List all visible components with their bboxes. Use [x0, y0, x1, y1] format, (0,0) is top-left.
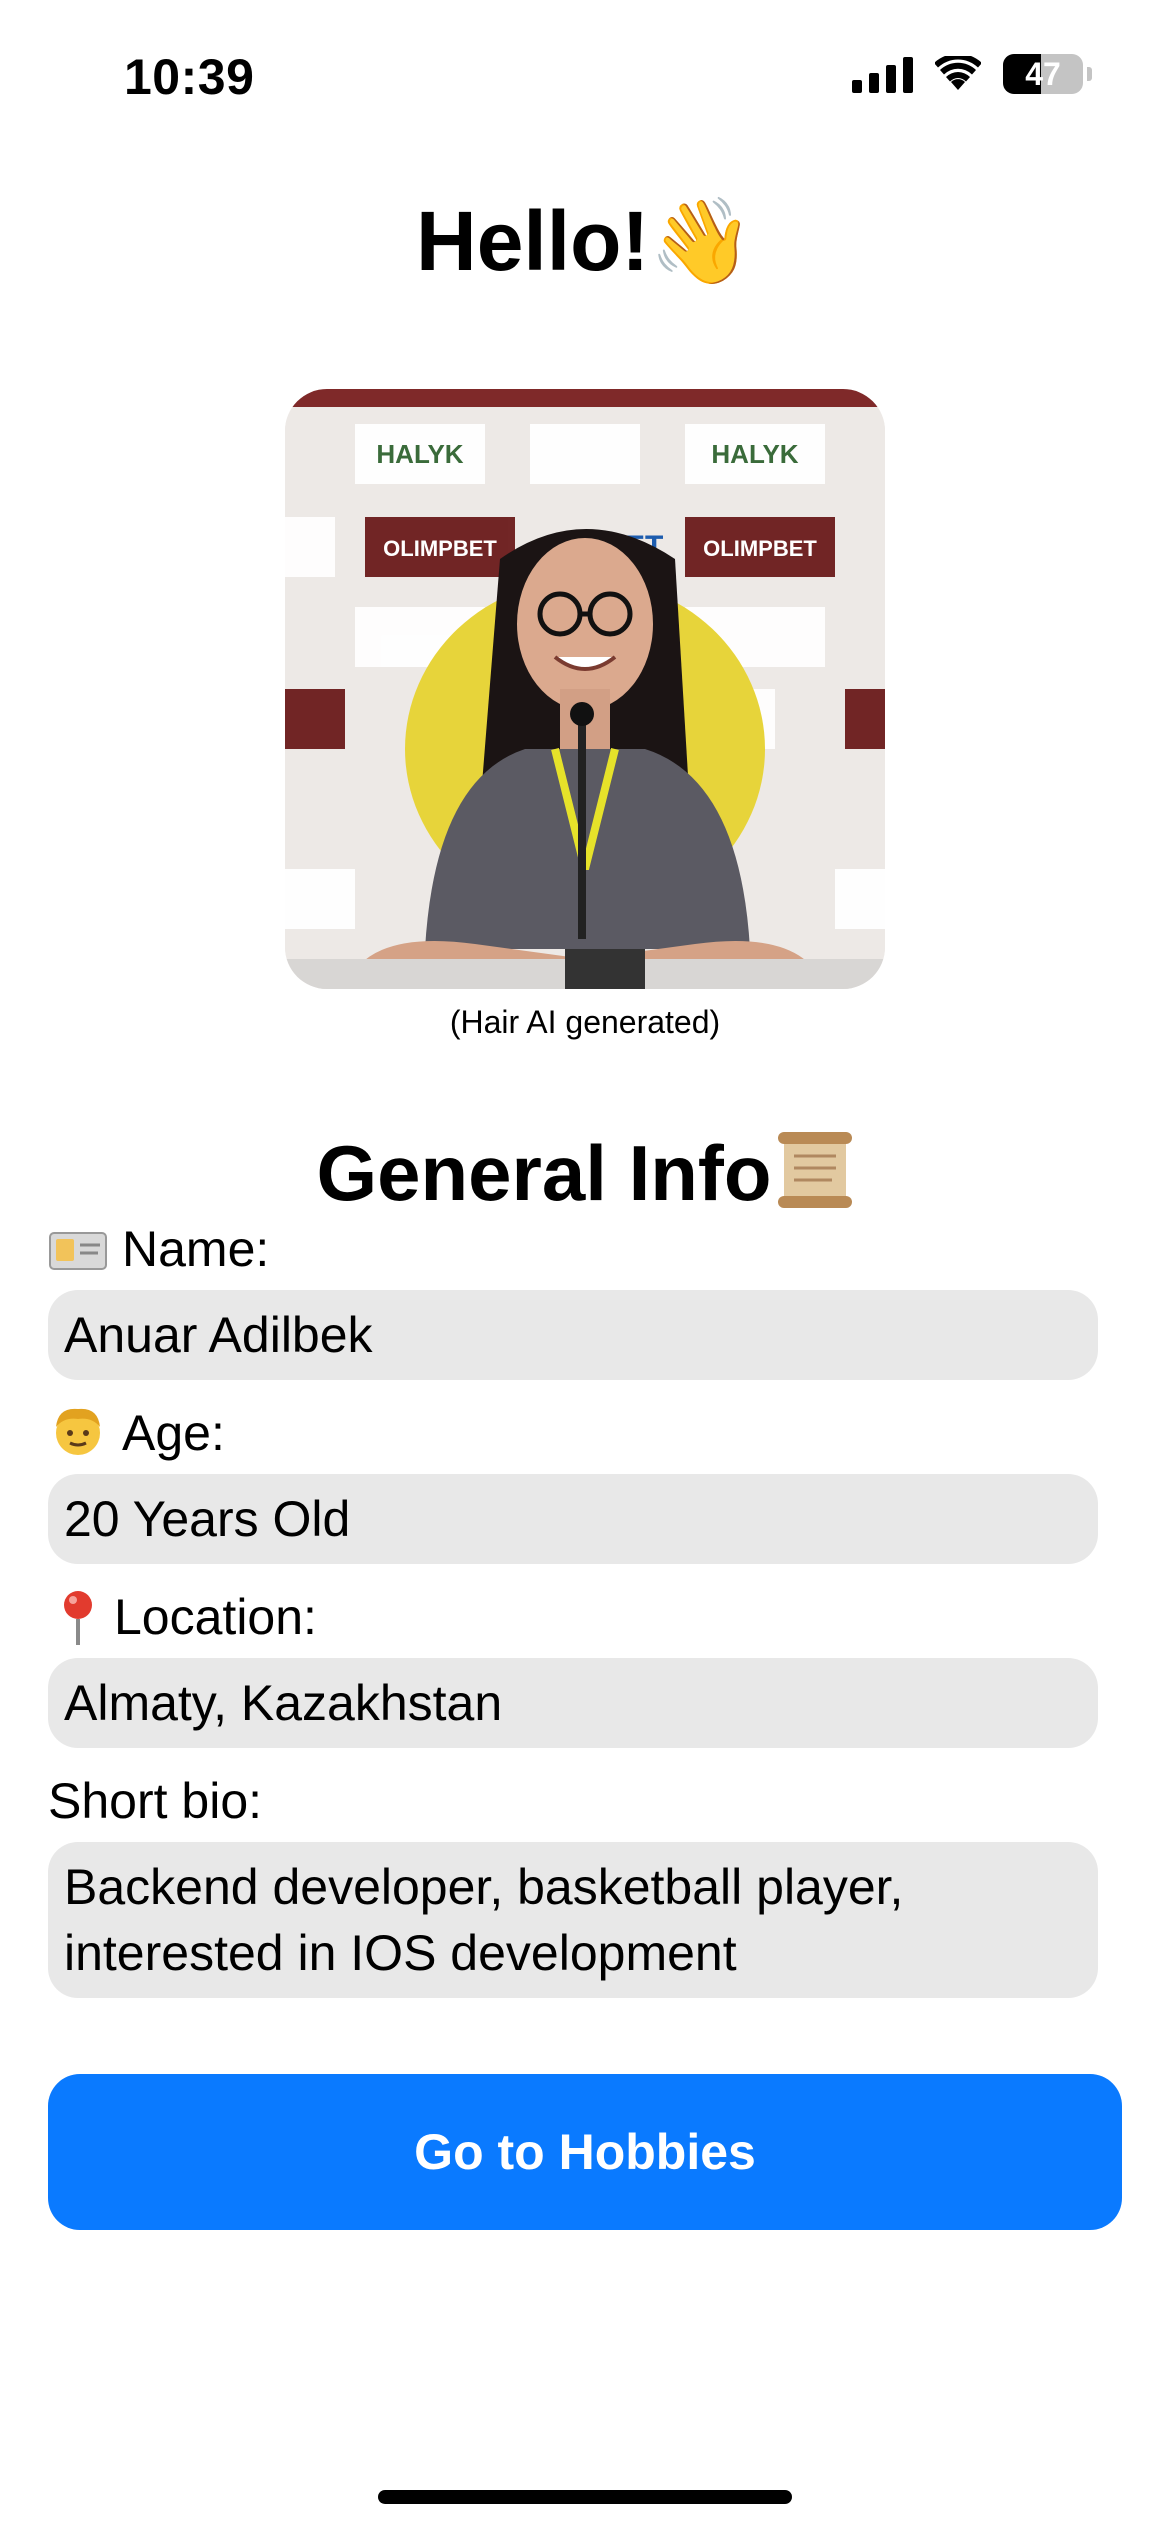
- pin-icon: [48, 1587, 108, 1647]
- profile-photo: HALYK OLIMPBET OLIMPBET HALYK 1XBET: [285, 389, 885, 989]
- battery-icon: 47: [1003, 54, 1083, 94]
- scroll-icon: [776, 1128, 854, 1208]
- bio-label: Short bio:: [48, 1768, 262, 1834]
- bio-label-text: Short bio:: [48, 1773, 263, 1829]
- page-title-text: Hello!: [416, 194, 650, 288]
- status-icons: 47: [852, 54, 1092, 94]
- id-card-icon: [48, 1219, 108, 1279]
- location-field: Almaty, Kazakhstan: [48, 1658, 1098, 1748]
- photo-caption: (Hair AI generated): [449, 1004, 721, 1040]
- home-indicator[interactable]: [378, 2490, 792, 2504]
- backdrop-logo-halyk: HALYK: [376, 439, 463, 469]
- backdrop-logo-olimpbet-2: OLIMPBET: [703, 536, 817, 561]
- backdrop-logo-halyk-2: HALYK: [711, 439, 798, 469]
- name-label-text: Name:: [122, 1221, 270, 1277]
- battery-cap: [1087, 67, 1092, 81]
- cellular-signal-icon: [852, 55, 913, 93]
- person-icon: [48, 1403, 108, 1463]
- waving-hand-icon: 👋: [649, 192, 754, 290]
- bio-field: Backend developer, basketball player, in…: [48, 1842, 1098, 1998]
- wifi-icon: [935, 56, 981, 92]
- name-field: Anuar Adilbek: [48, 1290, 1098, 1380]
- page-title: Hello!👋: [0, 186, 1170, 296]
- general-info-title-text: General Info: [316, 1129, 772, 1217]
- status-time: 10:39: [124, 49, 255, 105]
- status-bar: 10:39 47: [0, 0, 1170, 150]
- location-label-text: Location:: [114, 1589, 317, 1645]
- backdrop-logo-olimpbet: OLIMPBET: [383, 536, 497, 561]
- age-label-text: Age:: [122, 1405, 225, 1461]
- general-info-title: General Info: [0, 1118, 1170, 1228]
- age-field: 20 Years Old: [48, 1474, 1098, 1564]
- battery-percentage: 47: [1025, 55, 1061, 92]
- go-to-hobbies-button[interactable]: Go to Hobbies: [48, 2074, 1122, 2230]
- location-label: Location:: [48, 1584, 317, 1650]
- age-label: Age:: [48, 1400, 225, 1466]
- name-label: Name:: [48, 1216, 269, 1282]
